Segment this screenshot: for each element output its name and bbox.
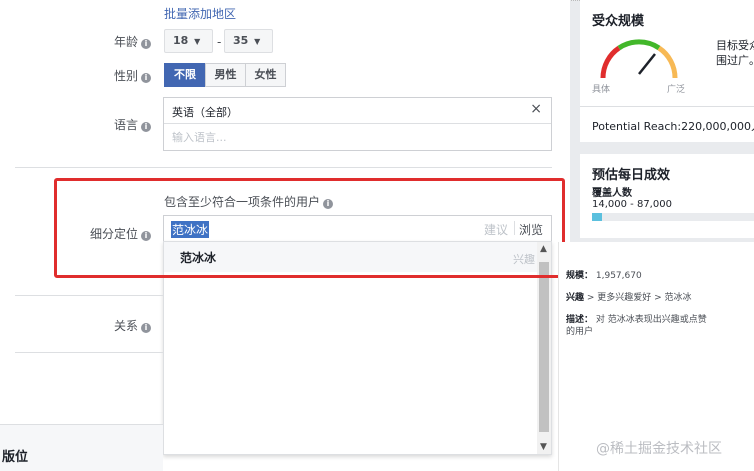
gauge-right-label: 广泛 [667,85,686,95]
info-icon[interactable]: i [141,39,151,49]
language-input[interactable]: 输入语言... [172,129,227,145]
daily-results-title: 预估每日成效 [592,168,671,183]
language-label: 语言 i [15,116,151,133]
age-max-value: 35 [233,34,249,47]
reach-bar-fill [592,213,602,221]
tooltip-desc-text: 对 范冰冰表现出兴趣或点赞 [595,315,707,325]
language-tag: 英语（全部） [172,106,238,119]
tooltip-desc-text2: 的用户 [566,327,594,337]
reach-bar-track [592,213,754,221]
audience-desc-line2: 围过广。 [716,54,754,67]
bulk-add-locations-link[interactable]: 批量添加地区 [164,5,236,22]
audience-description: 目标受众 围过广。 [716,38,754,68]
gauge-needle [638,53,656,75]
info-icon[interactable]: i [141,73,151,83]
gauge-left-label: 具体 [592,85,611,95]
gender-all-button[interactable]: 不限 [164,63,206,87]
connections-label-text: 关系 [113,319,138,333]
info-icon[interactable]: i [141,323,151,333]
divider [164,123,551,124]
age-min-dropdown[interactable]: 18 ▼ [164,29,213,53]
divider [580,106,754,107]
connections-label: 关系 i [15,317,151,334]
language-field[interactable]: 英语（全部） × 输入语言... [163,97,552,151]
age-label-text: 年龄 [113,35,138,49]
section-divider [15,295,163,296]
gender-male-button[interactable]: 男性 [205,63,246,87]
close-icon[interactable]: × [530,101,542,117]
section-divider [15,167,552,168]
section-divider [15,352,163,353]
age-max-dropdown[interactable]: 35 ▼ [224,29,273,53]
gender-label-text: 性别 [113,69,138,83]
reach-label: 覆盖人数 [592,188,632,199]
chevron-down-icon: ▼ [254,37,261,46]
tooltip-interest: 兴趣 > 更多兴趣爱好 > 范冰冰 [566,292,692,304]
tooltip-size-label: 规模： [566,271,594,281]
gender-label: 性别 i [15,67,151,84]
age-min-value: 18 [173,34,189,47]
tooltip-description: 描述： 对 范冰冰表现出兴趣或点赞 的用户 [566,314,746,338]
audience-desc-line1: 目标受众 [716,39,754,52]
watermark: @稀土掘金技术社区 [596,441,722,457]
potential-reach: Potential Reach:220,000,000人 [592,120,754,133]
tooltip-interest-label: 兴趣 [566,293,585,303]
language-label-text: 语言 [113,118,138,132]
tooltip-desc-label: 描述： [566,315,594,325]
chevron-down-icon: ▼ [194,37,201,46]
age-label: 年龄 i [15,33,151,50]
age-separator: - [217,35,222,49]
tooltip-size-value: 1,957,670 [595,271,642,281]
placements-label: 版位 [2,450,29,465]
audience-size-title: 受众规模 [592,14,645,29]
audience-gauge [600,39,678,79]
gender-female-button[interactable]: 女性 [245,63,286,87]
scrollbar-thumb[interactable] [539,262,549,432]
reach-range: 14,000 - 87,000 [592,199,672,210]
scroll-down-icon[interactable]: ▼ [540,442,547,452]
tooltip-interest-path: > 更多兴趣爱好 > 范冰冰 [586,293,692,303]
tooltip-size: 规模： 1,957,670 [566,270,642,282]
highlight-box [54,178,565,278]
info-icon[interactable]: i [141,122,151,132]
